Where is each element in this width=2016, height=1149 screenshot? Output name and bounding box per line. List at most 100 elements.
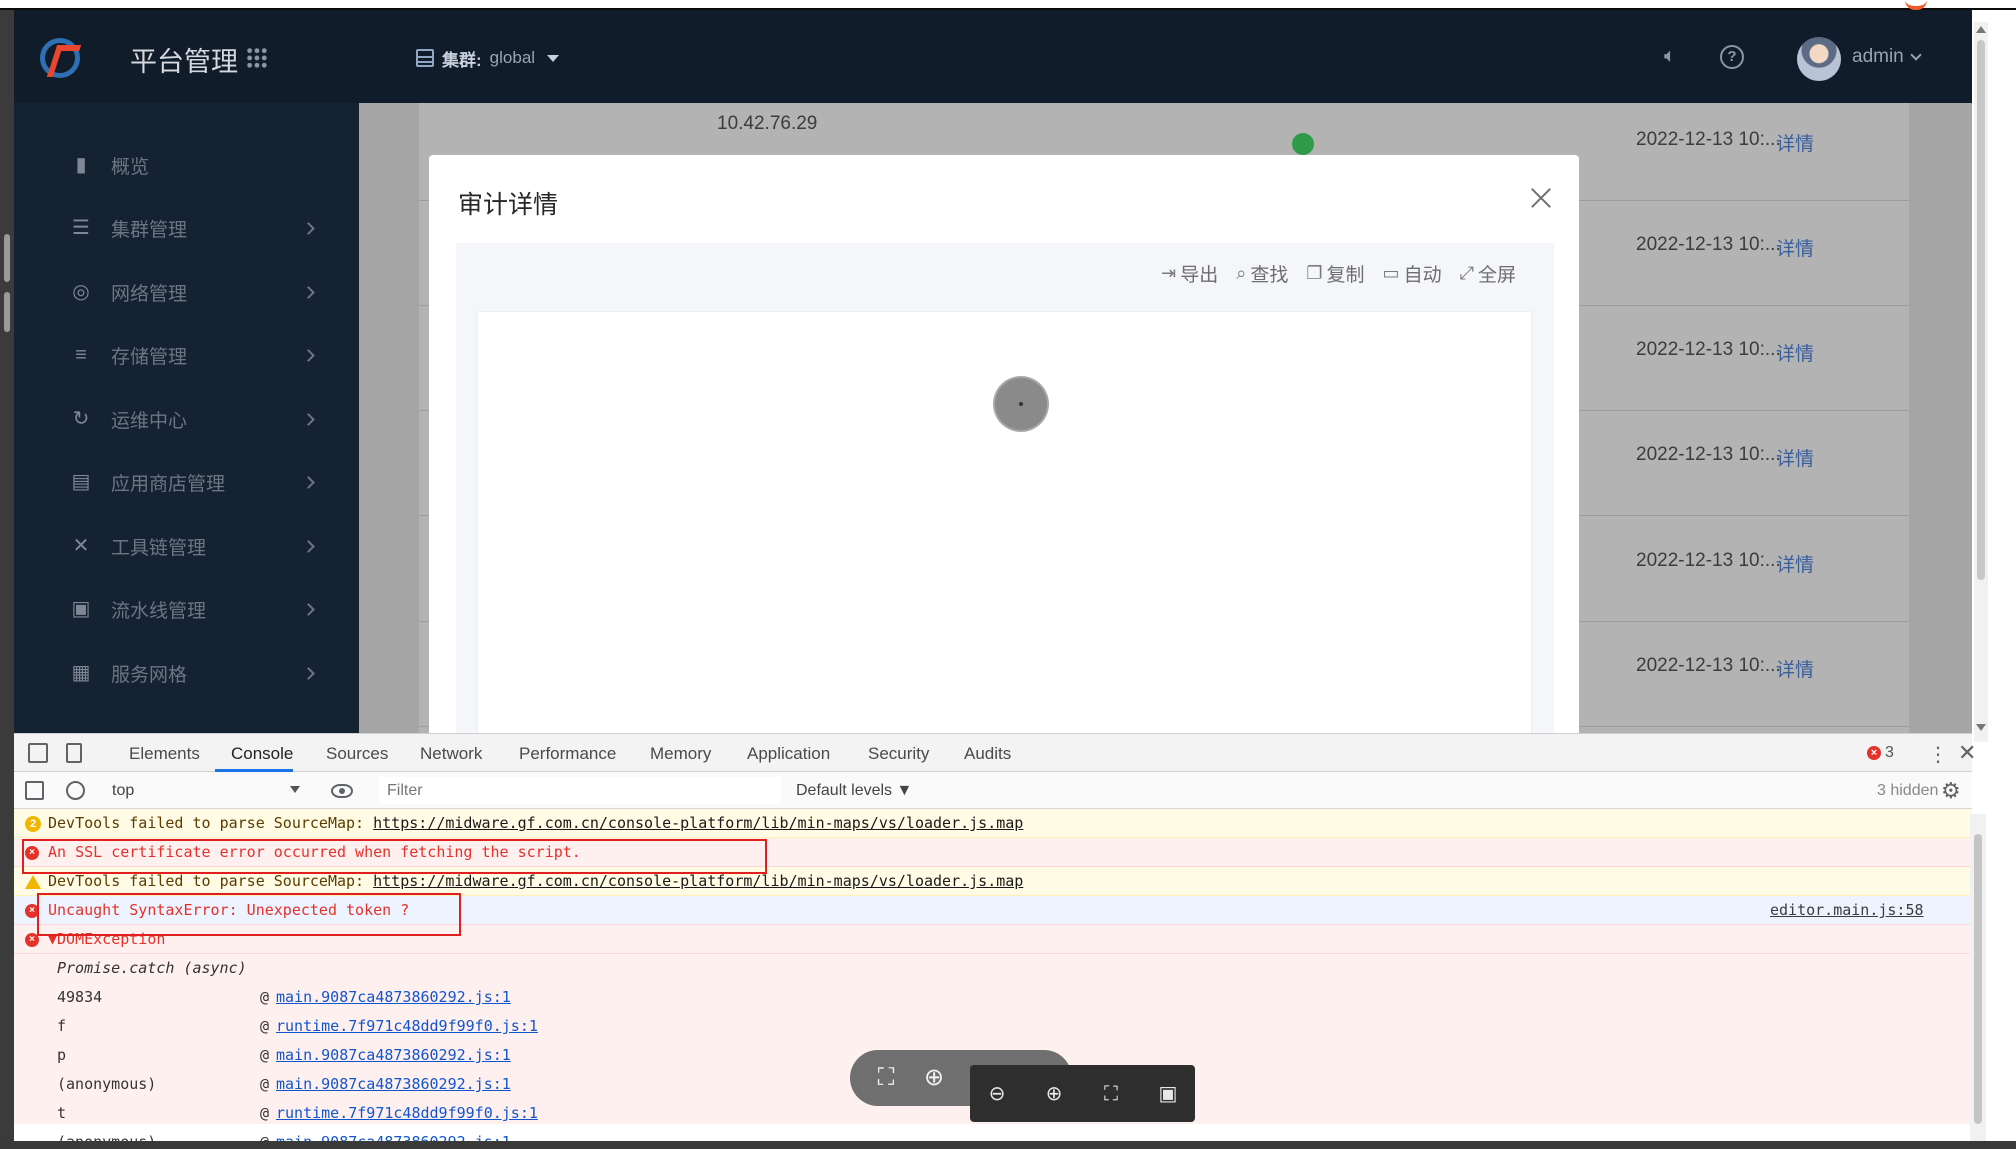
copy-button[interactable]: ❐ 复制 <box>1306 260 1364 287</box>
help-icon[interactable]: ? <box>1720 45 1744 69</box>
speaker-mute-icon[interactable]: 🔈︎ <box>1664 46 1686 66</box>
chevron-right-icon <box>302 285 315 299</box>
search-button[interactable]: ⌕ 查找 <box>1236 260 1288 287</box>
frame-link[interactable]: runtime.7f971c48dd9f99f0.js:1 <box>276 1012 538 1041</box>
cluster-selector[interactable]: 集群: global <box>416 46 560 70</box>
chevron-right-icon <box>302 412 315 426</box>
sidebar-item-label: 服务网格 <box>111 664 188 686</box>
caret-down-icon <box>547 54 560 62</box>
bar-chart-icon: ▮ <box>75 154 87 176</box>
sidebar: ▮ 概览 ☰ 集群管理 ◎ 网络管理 ≡ 存储管理 ↻ 运维中心 ▤ 应用商店管… <box>14 103 359 733</box>
tab-security[interactable]: Security <box>868 744 929 764</box>
chevron-right-icon <box>302 348 315 362</box>
editor-toolbar: ⇥ 导出 ⌕ 查找 ❐ 复制 ▭ 自动 ⤢ 全屏 <box>1161 260 1516 287</box>
detail-link[interactable]: 详情 <box>1776 234 1814 261</box>
scroll-up-icon[interactable] <box>1976 26 1986 33</box>
code-editor[interactable] <box>477 311 1532 733</box>
copy-label: 复制 <box>1326 265 1365 286</box>
close-icon[interactable] <box>1526 183 1556 213</box>
search-icon: ⌕ <box>1236 263 1247 283</box>
sidebar-item-label: 流水线管理 <box>111 600 207 622</box>
frame-link[interactable]: main.9087ca4873860292.js:1 <box>276 1041 511 1070</box>
stack-frame: f @ runtime.7f971c48dd9f99f0.js:1 <box>14 1012 1972 1041</box>
sidebar-item-toolchain[interactable]: ✕ 工具链管理 <box>14 521 359 571</box>
tab-application[interactable]: Application <box>747 744 830 764</box>
sourcemap-link[interactable]: https://midware.gf.com.cn/console-platfo… <box>373 872 1023 890</box>
detail-link[interactable]: 详情 <box>1776 339 1814 366</box>
tab-performance[interactable]: Performance <box>519 744 616 764</box>
zoom-in-icon[interactable]: ⊕ <box>1042 1084 1066 1104</box>
device-toolbar-icon[interactable] <box>66 743 82 763</box>
app-grid-icon[interactable] <box>246 47 268 69</box>
sidebar-toggle-icon[interactable] <box>25 781 44 800</box>
tab-audits[interactable]: Audits <box>964 744 1011 764</box>
frame-link[interactable]: runtime.7f971c48dd9f99f0.js:1 <box>276 1099 538 1128</box>
sidebar-item-network[interactable]: ◎ 网络管理 <box>14 267 359 317</box>
highlight-syntax-error <box>37 893 461 936</box>
close-devtools-icon[interactable]: ✕ <box>1958 740 1976 766</box>
tab-elements[interactable]: Elements <box>129 744 200 764</box>
context-selector[interactable]: top <box>112 782 134 800</box>
sidebar-item-pipeline[interactable]: ▣ 流水线管理 <box>14 584 359 634</box>
tab-sources[interactable]: Sources <box>326 744 388 764</box>
frame-link[interactable]: main.9087ca4873860292.js:1 <box>276 1128 511 1142</box>
caret-down-icon <box>290 786 300 793</box>
detail-link[interactable]: 详情 <box>1776 129 1814 156</box>
console-message: 2 DevTools failed to parse SourceMap: ht… <box>14 809 1972 838</box>
frame-link[interactable]: main.9087ca4873860292.js:1 <box>276 983 511 1012</box>
source-link[interactable]: editor.main.js:58 <box>1770 896 1924 925</box>
stack-frame: 49834 @ main.9087ca4873860292.js:1 <box>14 983 1972 1012</box>
eye-icon[interactable] <box>331 784 353 798</box>
console-filter-input[interactable] <box>379 777 781 804</box>
sidebar-item-label: 运维中心 <box>111 410 188 432</box>
tab-memory[interactable]: Memory <box>650 744 711 764</box>
fit-screen-icon[interactable]: ⛶ <box>1099 1084 1123 1104</box>
sourcemap-link[interactable]: https://midware.gf.com.cn/console-platfo… <box>373 814 1023 832</box>
server-icon <box>416 49 434 67</box>
frame-link[interactable]: main.9087ca4873860292.js:1 <box>276 1070 511 1099</box>
more-options-icon[interactable]: ⋮ <box>1928 742 1948 767</box>
log-levels-dropdown[interactable]: Default levels ▼ <box>796 782 912 800</box>
tab-network[interactable]: Network <box>420 744 482 764</box>
sidebar-item-ops[interactable]: ↻ 运维中心 <box>14 394 359 444</box>
left-scrollbar[interactable] <box>0 10 14 1149</box>
detail-link[interactable]: 详情 <box>1776 655 1814 682</box>
top-navbar: 平台管理 集群: global 🔈︎ ? admin <box>14 10 1972 103</box>
sidebar-item-appstore[interactable]: ▤ 应用商店管理 <box>14 457 359 507</box>
async-label: Promise.catch (async) <box>57 959 247 977</box>
sidebar-item-overview[interactable]: ▮ 概览 <box>14 140 359 190</box>
zoom-in-icon[interactable]: ⊕ <box>920 1066 948 1090</box>
error-counter[interactable]: × 3 <box>1867 744 1894 762</box>
message-text: DevTools failed to parse SourceMap: <box>48 872 374 890</box>
screen: 平台管理 集群: global 🔈︎ ? admin ▮ 概览 ☰ 集群管理 ◎… <box>0 0 2016 1149</box>
app-title: 平台管理 <box>130 47 238 77</box>
auto-label: 自动 <box>1403 265 1442 286</box>
avatar[interactable] <box>1797 37 1841 81</box>
modal-title: 审计详情 <box>458 191 559 219</box>
export-button[interactable]: ⇥ 导出 <box>1161 260 1218 287</box>
sidebar-item-storage[interactable]: ≡ 存储管理 <box>14 330 359 380</box>
fullscreen-button[interactable]: ⤢ 全屏 <box>1460 260 1516 287</box>
detail-link[interactable]: 详情 <box>1776 550 1814 577</box>
logo-icon[interactable] <box>40 38 80 78</box>
success-status-icon <box>1292 133 1314 155</box>
detail-link[interactable]: 详情 <box>1776 444 1814 471</box>
scroll-down-icon[interactable] <box>1976 724 1986 731</box>
tab-console[interactable]: Console <box>231 744 293 764</box>
database-icon: ≡ <box>75 344 87 366</box>
inspect-element-icon[interactable] <box>28 743 48 763</box>
error-count: 3 <box>1885 744 1894 761</box>
fullscreen-icon[interactable]: ⛶ <box>872 1066 900 1090</box>
clear-console-icon[interactable] <box>66 781 85 800</box>
zoom-out-icon[interactable]: ⊖ <box>985 1084 1009 1104</box>
console-scrollbar[interactable] <box>1970 814 1986 1144</box>
chevron-right-icon <box>302 602 315 616</box>
sidebar-item-cluster[interactable]: ☰ 集群管理 <box>14 203 359 253</box>
auto-button[interactable]: ▭ 自动 <box>1383 260 1442 287</box>
time-cell: 2022-12-13 10:... <box>1636 339 1781 360</box>
time-cell: 2022-12-13 10:... <box>1636 655 1781 676</box>
sidebar-item-mesh[interactable]: ▦ 服务网格 <box>14 648 359 698</box>
user-menu[interactable]: admin <box>1852 46 1922 68</box>
slideshow-icon[interactable]: ▣ <box>1156 1084 1180 1104</box>
gear-icon[interactable]: ⚙ <box>1941 778 1961 804</box>
